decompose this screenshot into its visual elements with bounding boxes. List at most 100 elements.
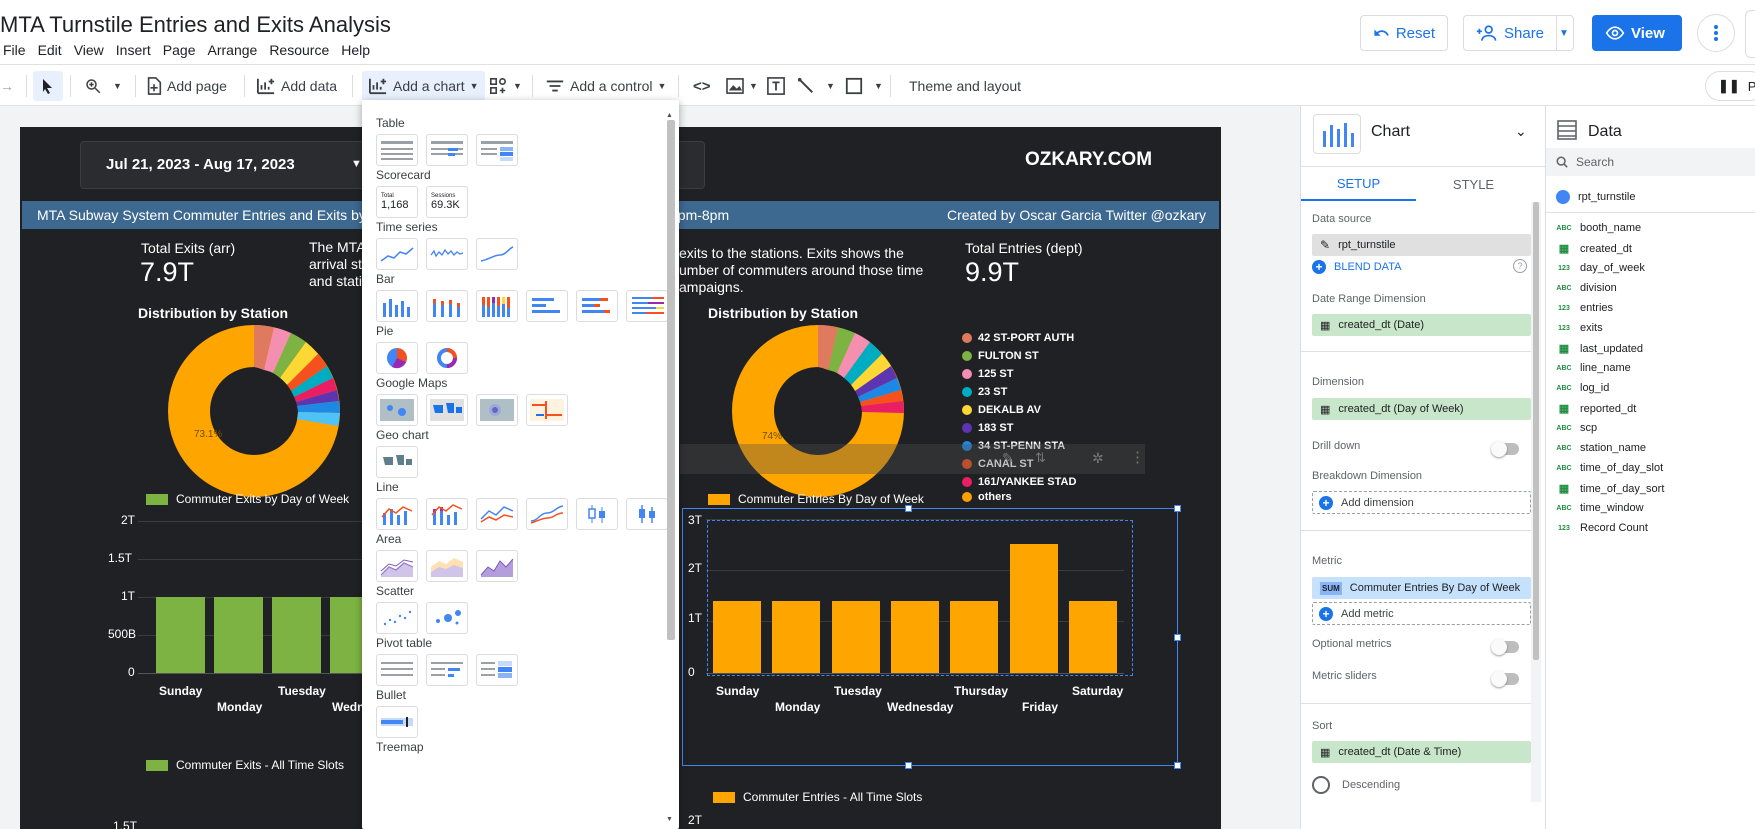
data-source-item[interactable]: rpt_turnstile — [1556, 190, 1635, 204]
legend-item[interactable]: DEKALB AV — [962, 401, 1076, 419]
sparkline-option[interactable] — [426, 238, 468, 270]
field-item[interactable]: ▦ time_of_day_sort — [1556, 482, 1665, 496]
menu-file[interactable]: File — [0, 42, 35, 58]
text-button[interactable] — [767, 71, 785, 101]
smooth-line-chart-option[interactable] — [526, 498, 568, 530]
legend-item[interactable]: 42 ST-PORT AUTH — [962, 329, 1076, 347]
time-series-option[interactable] — [376, 238, 418, 270]
chart-selection-box[interactable] — [682, 505, 1181, 769]
dimension-chip[interactable]: ▦ created_dt (Day of Week) — [1312, 398, 1531, 420]
field-item[interactable]: 123 entries — [1556, 302, 1613, 314]
image-button[interactable]: ▼ — [726, 71, 758, 101]
area-chart-option[interactable] — [376, 550, 418, 582]
line-button[interactable]: ▼ — [797, 71, 835, 101]
bullet-chart-option[interactable] — [376, 706, 418, 738]
legend-item[interactable]: 183 ST — [962, 419, 1076, 437]
legend-item[interactable]: 23 ST — [962, 383, 1076, 401]
pie-chart-option[interactable] — [376, 342, 418, 374]
embed-code-button[interactable]: <> — [693, 71, 711, 101]
field-item[interactable]: ▦ reported_dt — [1556, 402, 1636, 416]
report-title[interactable]: MTA Turnstile Entries and Exits Analysis — [0, 12, 391, 38]
geo-chart-option[interactable] — [376, 446, 418, 478]
percent-column-option[interactable] — [476, 290, 518, 322]
resize-handle[interactable] — [905, 505, 912, 512]
sort-icon[interactable]: ⇅ — [1035, 450, 1046, 466]
bar-chart-option[interactable] — [526, 290, 568, 322]
field-item[interactable]: 123 day_of_week — [1556, 262, 1645, 274]
bubble-chart-option[interactable] — [426, 602, 468, 634]
chart-type-selector[interactable] — [1313, 114, 1361, 154]
exits-bar[interactable] — [156, 597, 205, 673]
tab-style[interactable]: STYLE — [1416, 167, 1531, 201]
resize-handle[interactable] — [1174, 762, 1181, 769]
line-map-option[interactable] — [526, 394, 568, 426]
zoom-button[interactable]: ▼ — [84, 71, 122, 101]
menu-page[interactable]: Page — [160, 42, 205, 58]
donut-chart-option[interactable] — [426, 342, 468, 374]
table-bars-chart-option[interactable] — [426, 134, 468, 166]
shape-button[interactable]: ▼ — [845, 71, 883, 101]
legend-item[interactable]: FULTON ST — [962, 347, 1076, 365]
date-range-dimension-chip[interactable]: ▦ created_dt (Date) — [1312, 314, 1531, 336]
metric-chip[interactable]: SUM Commuter Entries By Day of Week — [1312, 577, 1531, 599]
combo-chart-option[interactable] — [376, 498, 418, 530]
menu-edit[interactable]: Edit — [35, 42, 71, 58]
ohlc-option[interactable] — [626, 498, 668, 530]
table-heatmap-chart-option[interactable] — [476, 134, 518, 166]
optional-metrics-toggle[interactable] — [1491, 639, 1519, 655]
field-item[interactable]: ABC time_of_day_slot — [1556, 462, 1663, 474]
percent-area-option[interactable] — [476, 550, 518, 582]
field-item[interactable]: ABC log_id — [1556, 382, 1609, 394]
filter-off-icon[interactable]: ✲ — [1092, 450, 1104, 467]
field-item[interactable]: ABC booth_name — [1556, 222, 1641, 234]
table-chart-option[interactable] — [376, 134, 418, 166]
panel-scrollbar[interactable] — [1531, 202, 1541, 802]
field-item[interactable]: ABC scp — [1556, 422, 1597, 434]
share-dropdown-button[interactable]: ▼ — [1556, 15, 1574, 51]
help-icon[interactable]: ? — [1513, 259, 1527, 273]
drill-down-toggle[interactable] — [1491, 441, 1519, 457]
stacked-column-option[interactable] — [426, 290, 468, 322]
view-button[interactable]: View — [1592, 15, 1682, 51]
picker-scroll-thumb[interactable] — [667, 120, 675, 640]
exits-distribution-donut[interactable] — [168, 325, 340, 497]
scroll-up-icon[interactable]: ▲ — [666, 112, 673, 119]
field-item[interactable]: ▦ created_dt — [1556, 242, 1632, 256]
menu-help[interactable]: Help — [338, 42, 379, 58]
redo-button[interactable]: → — [0, 71, 14, 101]
theme-layout-button[interactable]: Theme and layout — [909, 71, 1021, 101]
resize-handle[interactable] — [905, 762, 912, 769]
select-tool-button[interactable] — [33, 71, 63, 101]
scroll-down-icon[interactable]: ▼ — [666, 816, 673, 823]
candlestick-option[interactable] — [576, 498, 618, 530]
chevron-down-icon[interactable]: ⌄ — [1515, 123, 1527, 140]
pivot-bars-option[interactable] — [426, 654, 468, 686]
legend-item[interactable]: 125 ST — [962, 365, 1076, 383]
scorecard-compact-option[interactable]: Sessions 69.3K — [426, 186, 468, 218]
add-control-button[interactable]: Add a control ▼ — [545, 71, 666, 101]
kebab-icon[interactable]: ⋮ — [1130, 448, 1145, 466]
menu-view[interactable]: View — [71, 42, 113, 58]
more-options-button[interactable] — [1697, 14, 1735, 52]
field-item[interactable]: ABC division — [1556, 282, 1616, 294]
field-item[interactable]: ABC station_name — [1556, 442, 1646, 454]
descending-option[interactable]: Descending — [1312, 776, 1400, 794]
exits-bar[interactable] — [272, 597, 321, 673]
reset-button[interactable]: Reset — [1360, 15, 1448, 51]
menu-resource[interactable]: Resource — [266, 42, 338, 58]
legend-item[interactable]: 161/YANKEE STAD — [962, 473, 1076, 491]
field-item[interactable]: 123 Record Count — [1556, 522, 1648, 534]
field-item[interactable]: 123 exits — [1556, 322, 1602, 334]
add-chart-button[interactable]: Add a chart ▼ — [362, 71, 485, 101]
tab-setup[interactable]: SETUP — [1301, 167, 1416, 201]
stacked-combo-option[interactable] — [426, 498, 468, 530]
metric-sliders-toggle[interactable] — [1491, 671, 1519, 687]
pivot-table-option[interactable] — [376, 654, 418, 686]
sort-chip[interactable]: ▦ created_dt (Date & Time) — [1312, 741, 1531, 763]
panel-scroll-thumb[interactable] — [1533, 202, 1539, 660]
menu-arrange[interactable]: Arrange — [205, 42, 267, 58]
blend-data-button[interactable]: + BLEND DATA — [1312, 260, 1401, 274]
heatmap-map-option[interactable] — [476, 394, 518, 426]
legend-item[interactable]: others — [962, 491, 1076, 503]
pause-updates-button[interactable]: ❚❚ Pa — [1705, 71, 1755, 101]
